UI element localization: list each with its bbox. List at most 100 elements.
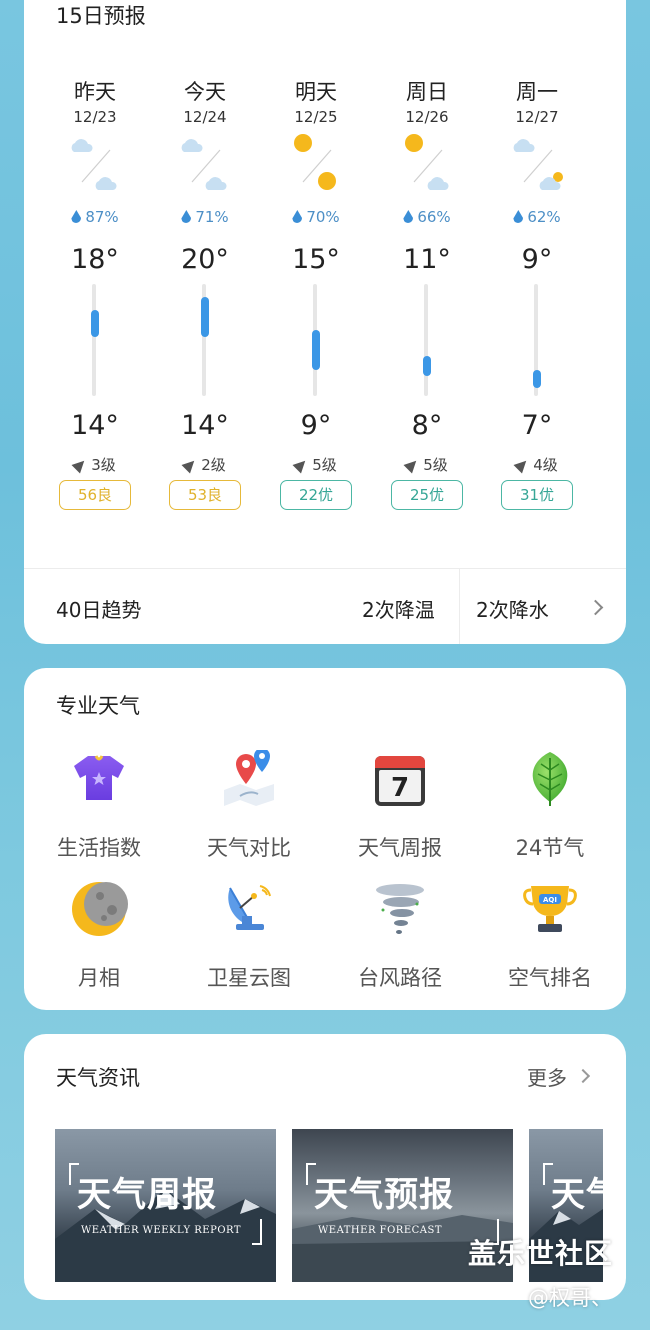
day-date: 12/26 <box>405 108 449 126</box>
wind-direction-icon <box>181 456 199 474</box>
temp-high: 15° <box>292 244 340 275</box>
trend-cooling-count[interactable]: 2次降温 <box>362 594 435 623</box>
temp-range-bar <box>423 356 431 377</box>
precip-probability: 70% <box>261 208 371 226</box>
wind-level: 3级 <box>40 454 150 475</box>
temp-high: 18° <box>71 244 119 275</box>
aqi-badge[interactable]: 53良 <box>169 480 241 510</box>
forecast-day-column[interactable]: 昨天 12/23 87% 18° 14° 3级 56良 <box>40 68 150 538</box>
svg-text:7: 7 <box>391 773 409 803</box>
wind-direction-icon <box>403 456 421 474</box>
wind-level: 5级 <box>372 454 482 475</box>
trophy-icon: AQI <box>521 880 579 938</box>
precip-probability: 62% <box>482 208 592 226</box>
trend-40day-label[interactable]: 40日趋势 <box>56 594 141 623</box>
watermark-community: 盖乐世社区 <box>468 1237 614 1270</box>
pro-item-label: 24节气 <box>515 836 585 860</box>
tshirt-icon <box>70 750 128 808</box>
wind-direction-icon <box>71 456 89 474</box>
temp-range-bar <box>533 369 541 388</box>
more-link[interactable]: 更多 <box>527 1062 567 1091</box>
wind-direction-icon <box>513 456 531 474</box>
cloudy-icon <box>205 177 227 190</box>
sunny-icon <box>318 172 336 190</box>
day-date: 12/27 <box>515 108 559 126</box>
aqi-badge[interactable]: 25优 <box>391 480 463 510</box>
watermark-author: @权哥、 <box>528 1286 612 1310</box>
precip-probability: 66% <box>372 208 482 226</box>
weather-icon-pair <box>40 132 150 198</box>
precip-probability: 87% <box>40 208 150 226</box>
raindrop-icon <box>513 210 524 223</box>
temp-low: 8° <box>411 410 443 441</box>
raindrop-icon <box>181 210 192 223</box>
day-date: 12/24 <box>183 108 227 126</box>
wind-value: 5级 <box>423 456 448 474</box>
weather-icon-pair <box>150 132 260 198</box>
aqi-badge[interactable]: 31优 <box>501 480 573 510</box>
pro-item-label: 空气排名 <box>508 966 592 990</box>
day-label: 昨天 <box>74 80 116 104</box>
news-item-subtitle: WEATHER WEEKLY REPORT <box>81 1225 242 1236</box>
trend-rain-count[interactable]: 2次降水 <box>476 594 549 623</box>
news-item-weekly[interactable]: 天气周报 WEATHER WEEKLY REPORT <box>55 1129 276 1282</box>
day-label: 周一 <box>516 80 558 104</box>
wind-level: 2级 <box>150 454 260 475</box>
day-label: 今天 <box>184 80 226 104</box>
pro-weather-card: 专业天气 生活指数 天气对比 7 天气周报 24节气 月相 卫星云图 台风路径 … <box>24 668 626 1010</box>
moon-icon <box>70 880 128 938</box>
pro-item-label: 卫星云图 <box>207 966 291 990</box>
bracket-decoration <box>252 1219 262 1245</box>
temp-high: 9° <box>521 244 553 275</box>
forecast-day-column[interactable]: 明天 12/25 70% 15° 9° 5级 22优 <box>261 68 371 538</box>
weather-icon-pair <box>372 132 482 198</box>
precip-value: 70% <box>306 208 340 226</box>
forecast-day-column[interactable]: 今天 12/24 71% 20° 14° 2级 53良 <box>150 68 260 538</box>
temp-range-track <box>533 284 541 396</box>
temp-range-bar <box>312 330 320 370</box>
cloudy-icon <box>95 177 117 190</box>
news-item-title: 天气周报 <box>77 1175 217 1215</box>
weather-icon-pair <box>482 132 592 198</box>
precip-value: 66% <box>417 208 451 226</box>
chevron-right-icon[interactable] <box>587 599 604 616</box>
wind-value: 2级 <box>201 456 226 474</box>
forecast-title: 15日预报 <box>56 4 146 28</box>
map-pins-icon <box>220 748 278 808</box>
wind-direction-icon <box>292 456 310 474</box>
partly-cloudy-icon <box>539 172 563 190</box>
temp-range-track <box>312 284 320 396</box>
forecast-card: 15日预报 昨天 12/23 87% 18° 14° 3级 56良 今天 12/24 71% 20°… <box>24 0 626 644</box>
temp-low: 14° <box>71 410 119 441</box>
aqi-badge[interactable]: 22优 <box>280 480 352 510</box>
satellite-dish-icon <box>220 880 278 938</box>
calendar-icon: 7 <box>371 750 429 808</box>
precip-value: 87% <box>85 208 119 226</box>
forecast-day-column[interactable]: 周日 12/26 66% 11° 8° 5级 25优 <box>372 68 482 538</box>
forecast-day-column[interactable]: 周一 12/27 62% 9° 7° 4级 31优 <box>482 68 592 538</box>
raindrop-icon <box>292 210 303 223</box>
chevron-right-icon[interactable] <box>575 1068 591 1084</box>
temp-range-track <box>91 284 99 396</box>
pro-item-label: 台风路径 <box>358 966 442 990</box>
temp-low: 14° <box>181 410 229 441</box>
news-item-title: 天气预报 <box>314 1175 454 1215</box>
cloudy-icon <box>427 177 449 190</box>
day-label: 周日 <box>406 80 448 104</box>
pro-weather-title: 专业天气 <box>56 694 140 718</box>
raindrop-icon <box>71 210 82 223</box>
raindrop-icon <box>403 210 414 223</box>
wind-value: 4级 <box>533 456 558 474</box>
news-item-title: 天气 <box>551 1175 603 1215</box>
aqi-badge[interactable]: 56良 <box>59 480 131 510</box>
pro-item-label: 月相 <box>78 966 120 990</box>
leaf-icon <box>521 750 579 808</box>
pro-item-label: 天气周报 <box>358 836 442 860</box>
tornado-icon <box>371 880 429 938</box>
precip-value: 62% <box>527 208 561 226</box>
news-item-subtitle: WEATHER FORECAST <box>318 1225 443 1236</box>
wind-level: 4级 <box>482 454 592 475</box>
divider <box>459 568 460 644</box>
temp-range-track <box>201 284 209 396</box>
day-date: 12/25 <box>294 108 338 126</box>
